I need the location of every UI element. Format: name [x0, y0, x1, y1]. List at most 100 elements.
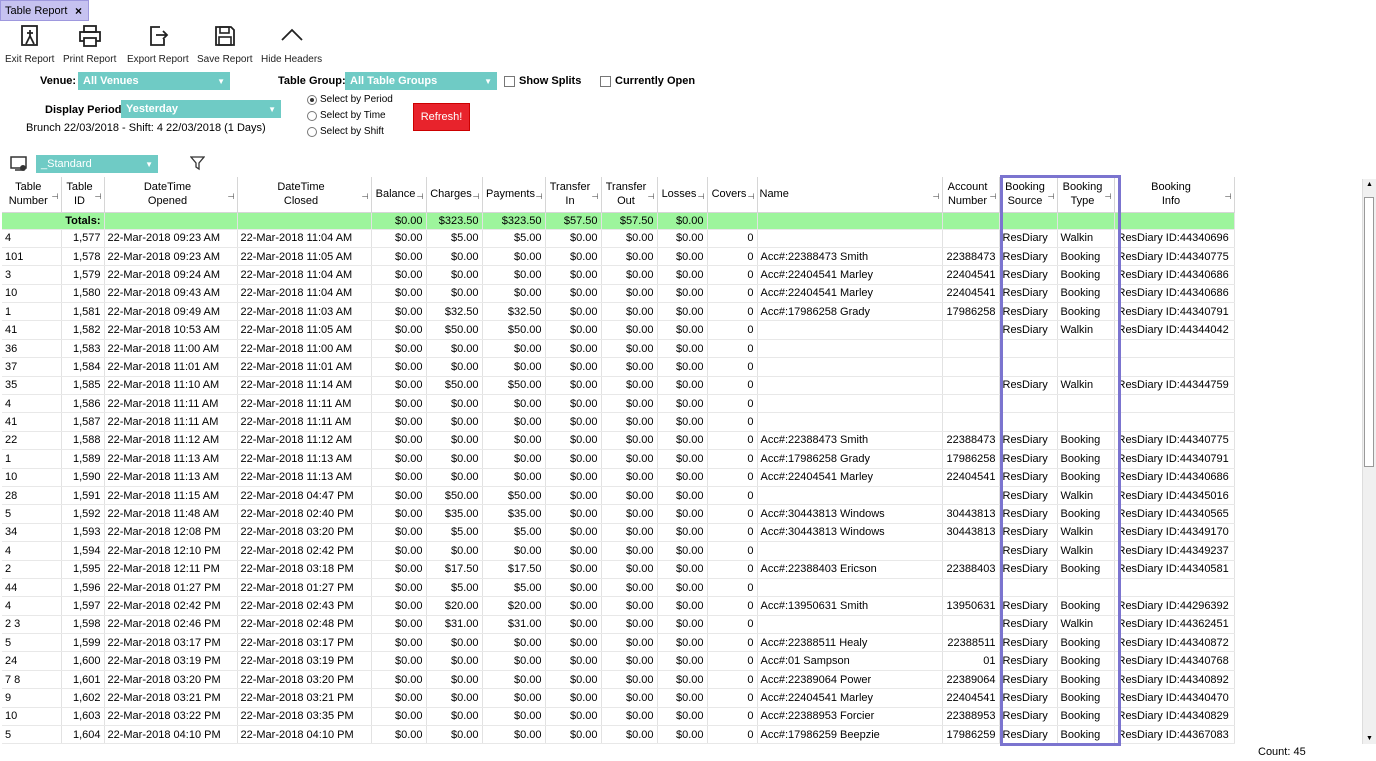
radio-select-by-shift[interactable]: Select by Shift	[307, 126, 384, 137]
export-report-button[interactable]: Export Report	[127, 24, 189, 65]
column-header[interactable]: Payments ⊣	[482, 177, 546, 213]
column-header-label: Losses	[661, 188, 697, 201]
scroll-up-icon[interactable]: ▲	[1363, 181, 1376, 188]
pin-icon[interactable]: ⊣	[648, 190, 655, 204]
close-icon[interactable]: ×	[75, 4, 82, 18]
currently-open-checkbox[interactable]: Currently Open	[600, 75, 695, 87]
table-cell: Acc#:30443813 Windows	[757, 504, 943, 524]
pin-icon[interactable]: ⊣	[95, 190, 102, 204]
table-cell: 10	[2, 284, 62, 304]
table-cell	[1114, 578, 1235, 598]
table-cell: Acc#:22388473 Smith	[757, 247, 943, 267]
hide-headers-button[interactable]: Hide Headers	[261, 24, 322, 65]
column-header[interactable]: DateTime Opened ⊣	[104, 177, 238, 213]
column-header[interactable]: Covers ⊣	[707, 177, 758, 213]
column-header[interactable]: Table Number ⊣	[2, 177, 62, 213]
display-period-select[interactable]: Yesterday ▼	[121, 100, 281, 118]
period-info: Brunch 22/03/2018 - Shift: 4 22/03/2018 …	[26, 122, 266, 134]
table-cell: $0.00	[482, 651, 546, 671]
table-cell: $0.00	[371, 633, 427, 653]
column-header[interactable]: Table ID ⊣	[61, 177, 105, 213]
table-cell: 22-Mar-2018 03:19 PM	[237, 651, 372, 671]
table-cell: $0.00	[426, 670, 483, 690]
pin-icon[interactable]: ⊣	[748, 190, 755, 204]
table-cell: $31.00	[426, 615, 483, 635]
column-header[interactable]: Account Number ⊣	[942, 177, 1000, 213]
table-cell: 1,597	[61, 596, 105, 616]
scrollbar-thumb[interactable]	[1364, 197, 1374, 467]
table-cell: 1,590	[61, 468, 105, 487]
table-cell: $0.00	[426, 468, 483, 487]
table-cell	[942, 357, 1000, 377]
venue-select[interactable]: All Venues ▼	[78, 72, 230, 90]
layout-view-icon[interactable]	[10, 156, 28, 172]
radio-select-by-time[interactable]: Select by Time	[307, 110, 386, 121]
table-cell: Acc#:30443813 Windows	[757, 523, 943, 543]
table-cell: 30443813	[942, 504, 1000, 524]
table-cell: 9	[2, 688, 62, 708]
column-header[interactable]: Name ⊣	[757, 177, 943, 213]
column-header[interactable]: Charges ⊣	[426, 177, 483, 213]
table-cell: 22-Mar-2018 11:04 AM	[237, 265, 372, 285]
layout-select[interactable]: _Standard ▼	[36, 155, 158, 173]
table-cell: $0.00	[545, 412, 602, 432]
column-header[interactable]: Booking Info ⊣	[1114, 177, 1235, 213]
table-cell: 1,603	[61, 707, 105, 727]
column-header[interactable]: Balance ⊣	[371, 177, 427, 213]
exit-report-button[interactable]: Exit Report	[5, 24, 54, 65]
column-header[interactable]: Transfer Out ⊣	[601, 177, 658, 213]
filter-icon[interactable]	[190, 156, 205, 171]
table-cell: $0.00	[657, 523, 708, 543]
table-cell: 22-Mar-2018 02:42 PM	[104, 596, 238, 616]
table-cell: $0.00	[545, 523, 602, 543]
pin-icon[interactable]: ⊣	[52, 190, 59, 204]
column-header[interactable]: Losses ⊣	[657, 177, 708, 213]
table-cell: $0.00	[601, 688, 658, 708]
pin-icon[interactable]: ⊣	[417, 190, 424, 204]
table-cell: $0.00	[371, 688, 427, 708]
column-header[interactable]: DateTime Closed ⊣	[237, 177, 372, 213]
table-cell: ResDiary ID:44340775	[1114, 247, 1235, 267]
table-cell: $0.00	[545, 651, 602, 671]
save-report-button[interactable]: Save Report	[197, 24, 253, 65]
table-cell: $0.00	[371, 541, 427, 561]
refresh-button[interactable]: Refresh!	[413, 103, 470, 131]
pin-icon[interactable]: ⊣	[1225, 190, 1232, 204]
table-cell: ResDiary ID:44340791	[1114, 449, 1235, 469]
tab-table-report[interactable]: Table Report ×	[0, 0, 89, 21]
pin-icon[interactable]: ⊣	[536, 190, 543, 204]
table-cell: $0.00	[371, 596, 427, 616]
table-cell: 22-Mar-2018 11:14 AM	[237, 376, 372, 396]
table-group-select[interactable]: All Table Groups ▼	[345, 72, 497, 90]
pin-icon[interactable]: ⊣	[362, 190, 369, 204]
table-cell: 0	[707, 670, 758, 690]
table-cell: Acc#:22404541 Marley	[757, 284, 943, 304]
table-cell: 0	[707, 229, 758, 248]
table-cell: $35.00	[426, 504, 483, 524]
table-cell: ResDiary ID:44340696	[1114, 229, 1235, 248]
table-cell: $0.00	[601, 670, 658, 690]
table-cell: $0.00	[545, 376, 602, 396]
table-cell: 30443813	[942, 523, 1000, 543]
table-cell: $0.00	[426, 688, 483, 708]
print-report-button[interactable]: Print Report	[63, 24, 116, 65]
table-cell	[757, 339, 943, 359]
table-cell: ResDiary ID:44340892	[1114, 670, 1235, 690]
radio-select-by-period[interactable]: Select by Period	[307, 94, 393, 105]
pin-icon[interactable]: ⊣	[990, 190, 997, 204]
pin-icon[interactable]: ⊣	[592, 190, 599, 204]
table-cell: $0.00	[545, 431, 602, 451]
table-cell: 22-Mar-2018 02:43 PM	[237, 596, 372, 616]
pin-icon[interactable]: ⊣	[698, 190, 705, 204]
pin-icon[interactable]: ⊣	[473, 190, 480, 204]
show-splits-checkbox[interactable]: Show Splits	[504, 75, 581, 87]
radio-period-label: Select by Period	[320, 94, 393, 105]
scroll-down-icon[interactable]: ▼	[1363, 735, 1376, 742]
table-cell: 41	[2, 412, 62, 432]
pin-icon[interactable]: ⊣	[228, 190, 235, 204]
column-header[interactable]: Transfer In ⊣	[545, 177, 602, 213]
table-cell: 22-Mar-2018 11:15 AM	[104, 486, 238, 506]
table-cell	[942, 541, 1000, 561]
pin-icon[interactable]: ⊣	[933, 190, 940, 204]
venue-value: All Venues	[83, 75, 139, 87]
